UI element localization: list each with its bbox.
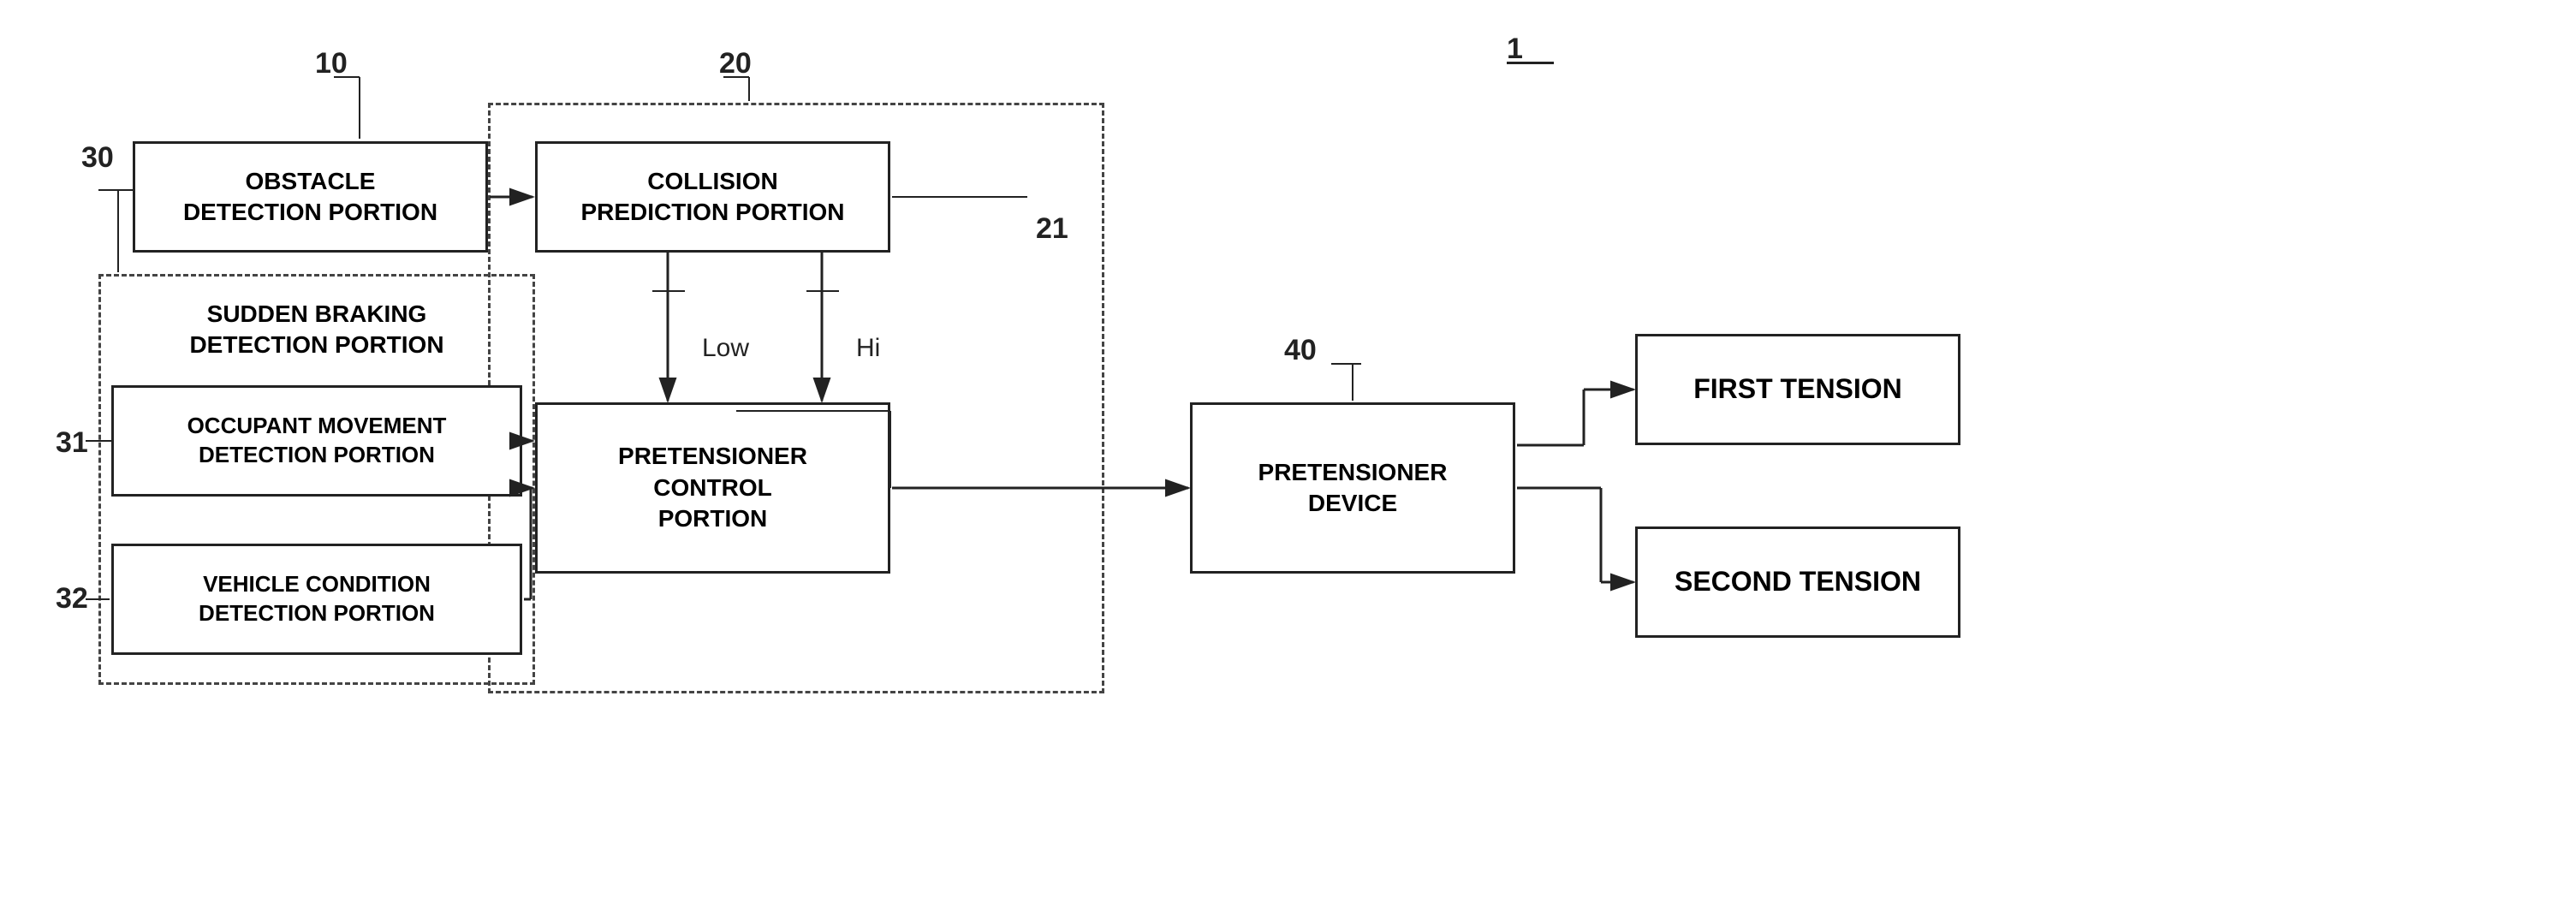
collision-prediction-label: COLLISION PREDICTION PORTION — [580, 166, 844, 229]
sudden-braking-box: SUDDEN BRAKING DETECTION PORTION — [111, 287, 522, 372]
sudden-braking-label: SUDDEN BRAKING DETECTION PORTION — [189, 299, 443, 361]
pretensioner-control-label: PRETENSIONER CONTROL PORTION — [618, 441, 807, 534]
second-tension-label: SECOND TENSION — [1675, 564, 1921, 600]
pretensioner-device-box: PRETENSIONER DEVICE — [1190, 402, 1515, 574]
occupant-movement-box: OCCUPANT MOVEMENT DETECTION PORTION — [111, 385, 522, 497]
vehicle-condition-label: VEHICLE CONDITION DETECTION PORTION — [199, 570, 435, 628]
collision-prediction-box: COLLISION PREDICTION PORTION — [535, 141, 890, 253]
label-10: 10 — [315, 47, 348, 80]
label-30: 30 — [81, 141, 114, 175]
label-32: 32 — [56, 582, 88, 616]
label-40: 40 — [1284, 334, 1317, 367]
obstacle-detection-box: OBSTACLE DETECTION PORTION — [133, 141, 488, 253]
first-tension-box: FIRST TENSION — [1635, 334, 1960, 445]
pretensioner-control-box: PRETENSIONER CONTROL PORTION — [535, 402, 890, 574]
pretensioner-device-label: PRETENSIONER DEVICE — [1258, 457, 1448, 520]
first-tension-label: FIRST TENSION — [1693, 372, 1902, 407]
label-31: 31 — [56, 426, 88, 460]
diagram: 1 10 20 21 22 30 31 32 40 Low Hi OBSTACL… — [0, 0, 2576, 922]
occupant-movement-label: OCCUPANT MOVEMENT DETECTION PORTION — [187, 412, 447, 470]
vehicle-condition-box: VEHICLE CONDITION DETECTION PORTION — [111, 544, 522, 655]
label-20: 20 — [719, 47, 752, 80]
second-tension-box: SECOND TENSION — [1635, 526, 1960, 638]
obstacle-detection-label: OBSTACLE DETECTION PORTION — [183, 166, 437, 229]
